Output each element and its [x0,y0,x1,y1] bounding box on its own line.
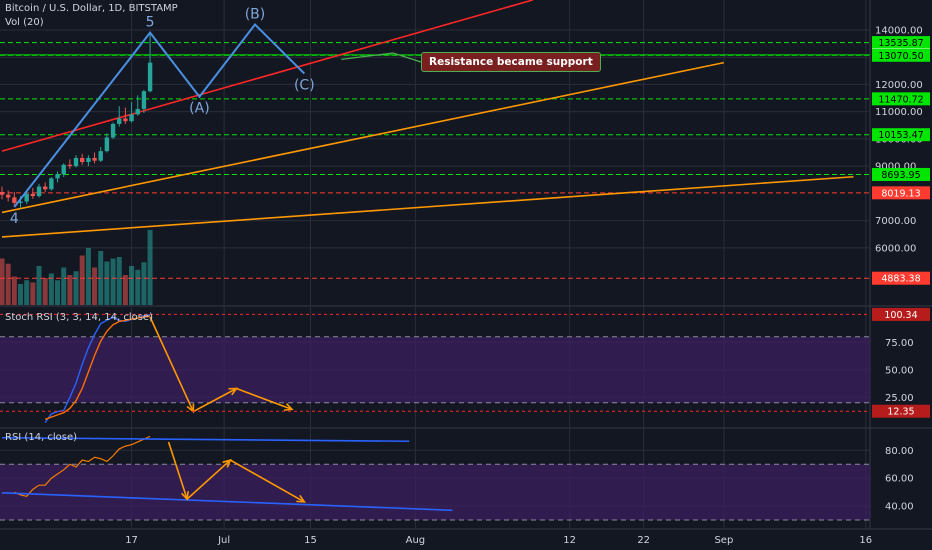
resistance-support-annotation: Resistance became support [421,52,601,72]
candle-body [24,193,29,202]
volume-bar [0,258,5,305]
volume-bar [79,255,85,305]
volume-bar [5,263,11,305]
rsi-label: RSI (14, close) [5,432,78,443]
candle-body [86,157,91,163]
volume-bar [73,271,79,305]
stoch-tick-label: 50.00 [885,365,914,376]
time-tick-label: Sep [714,535,733,546]
stoch-tick-label: 75.00 [885,338,914,349]
candle-body [42,186,48,190]
wave-label: (A) [189,101,210,117]
volume-bar [85,248,91,305]
stoch-rsi-label: Stoch RSI (3, 3, 14, 14, close) [5,312,153,323]
volume-bar [11,276,17,305]
volume-bar [61,267,67,305]
volume-bar [110,258,116,305]
wave-label: 4 [10,211,19,227]
price-level-badge: 11470.72 [878,94,923,105]
candle-body [110,123,116,138]
volume-bar [55,280,61,305]
time-tick-label: 22 [637,535,650,546]
stoch-last-value-badge: 12.35 [887,407,914,418]
candle-body [5,194,11,198]
volume-bar [147,230,153,305]
rsi-band [0,464,870,521]
volume-bar [135,269,141,305]
candle-body [55,174,60,179]
candle-body [141,91,147,109]
symbol-title: Bitcoin / U.S. Dollar, 1D, BITSTAMP [5,3,178,14]
candle-body [98,151,103,161]
volume-bar [141,262,147,305]
candle-body [117,118,122,124]
candle-body [36,186,42,197]
volume-bar [129,266,135,305]
volume-bar [36,266,42,305]
volume-bar [67,275,73,305]
volume-indicator-label: Vol (20) [5,17,44,28]
price-level-badge: 4883.38 [881,274,920,285]
price-tick-label: 14000.00 [875,25,923,36]
price-level-badge: 8693.95 [881,170,920,181]
volume-bar [24,280,30,305]
wave-label: 5 [146,15,155,31]
candle-body [92,157,97,161]
candle-body [0,191,5,195]
trading-chart[interactable]: 45(A)(B)(C)6000.007000.009000.0010000.00… [0,0,932,550]
candle-body [104,137,110,152]
time-tick-label: 15 [304,535,317,546]
candle-body [123,118,128,122]
volume-bar [104,261,110,305]
price-tick-label: 6000.00 [875,243,916,254]
candle-body [80,157,85,163]
volume-bar [122,275,128,305]
volume-bar [116,257,122,305]
price-level-badge: 13070.50 [878,51,923,62]
wave-label: (C) [294,78,315,94]
stoch-last-value-badge: 100.34 [884,310,917,321]
price-level-badge: 13535.87 [878,38,923,49]
time-tick-label: 12 [563,535,576,546]
candle-body [67,164,73,167]
candle-body [73,157,79,167]
volume-bar [42,278,48,305]
rsi-tick-label: 60.00 [885,474,914,485]
volume-bar [30,282,36,305]
time-tick-label: Aug [406,535,426,546]
candle-body [129,114,134,122]
volume-bar [18,284,24,305]
price-tick-label: 11000.00 [875,107,923,118]
rsi-tick-label: 40.00 [885,502,914,513]
stoch-tick-label: 25.00 [885,393,914,404]
candle-body [30,193,36,197]
time-tick-label: 17 [125,535,138,546]
chart-root: 45(A)(B)(C)6000.007000.009000.0010000.00… [0,0,932,550]
candle-body [135,108,140,115]
wave-label: (B) [245,7,266,23]
price-tick-label: 7000.00 [875,216,916,227]
rsi-tick-label: 80.00 [885,446,914,457]
candle-body [147,62,153,92]
price-tick-label: 12000.00 [875,80,923,91]
candle-body [61,164,66,175]
stoch-band [0,336,870,403]
price-level-badge: 8019.13 [881,188,920,199]
candle-body [12,197,17,203]
price-level-badge: 10153.47 [878,130,923,141]
candle-body [49,178,54,190]
time-tick-label: 16 [859,535,872,546]
volume-bar [92,267,98,305]
time-tick-label: Jul [217,535,230,546]
